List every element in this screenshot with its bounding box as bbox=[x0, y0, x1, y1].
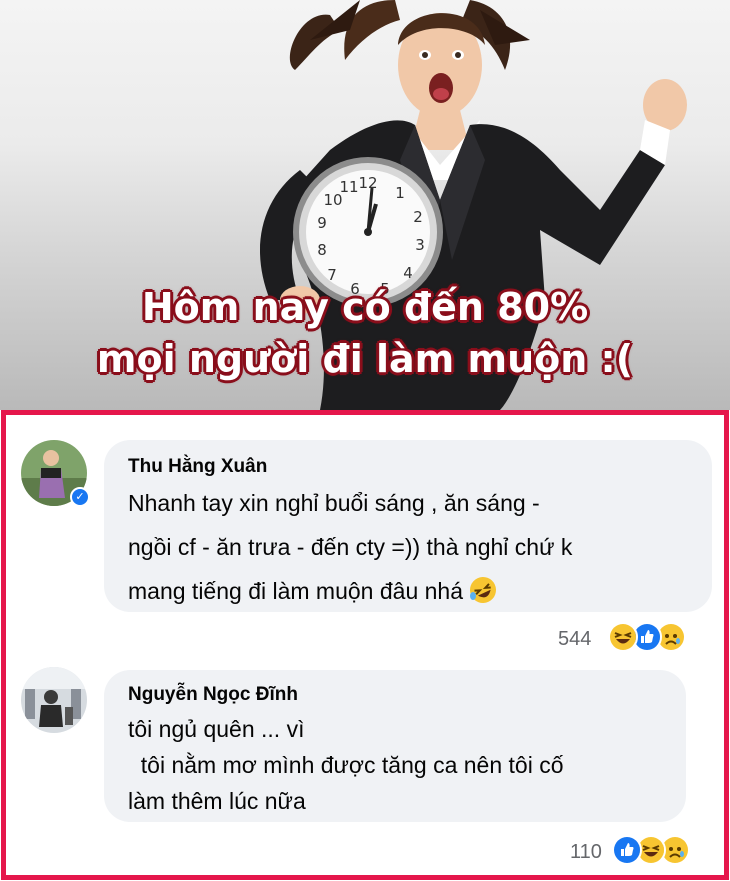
comment-text-line-1: tôi ngủ quên ... vì bbox=[128, 716, 305, 742]
svg-text:8: 8 bbox=[317, 241, 327, 259]
svg-text:9: 9 bbox=[317, 214, 327, 232]
comment-text-line-3: mang tiếng đi làm muộn đâu nhá bbox=[128, 578, 463, 604]
caption-line-1: Hôm nay có đến 80% bbox=[141, 285, 589, 329]
svg-text:11: 11 bbox=[339, 178, 358, 196]
svg-text:3: 3 bbox=[415, 236, 425, 254]
post-image: 12 1 2 345 678 9 10 11 Hôm nay có đến 80% mọ… bbox=[0, 0, 730, 410]
comment-text-line-1: Nhanh tay xin nghỉ buổi sáng , ăn sáng - bbox=[128, 490, 540, 516]
comment-text-line-3-wrap: mang tiếng đi làm muộn đâu nhá bbox=[128, 572, 497, 610]
comment-author[interactable]: Nguyễn Ngọc Đĩnh bbox=[128, 684, 298, 706]
verified-badge-icon: ✓ bbox=[70, 487, 90, 507]
svg-text:1: 1 bbox=[395, 184, 405, 202]
reaction-count: 110 bbox=[570, 841, 602, 863]
comment-text-line-3: làm thêm lúc nữa bbox=[128, 788, 306, 814]
comment-author[interactable]: Thu Hằng Xuân bbox=[128, 456, 267, 478]
comments-frame: ✓ Thu Hằng Xuân Nhanh tay xin nghỉ buổi … bbox=[1, 410, 729, 880]
commenter-avatar[interactable] bbox=[21, 667, 87, 733]
reaction-count: 544 bbox=[558, 628, 592, 650]
svg-text:2: 2 bbox=[413, 208, 423, 226]
svg-text:4: 4 bbox=[403, 264, 413, 282]
comment-text-line-2: tôi nằm mơ mình được tăng ca nên tôi cố bbox=[128, 752, 564, 778]
reaction-summary[interactable]: 110 bbox=[568, 835, 708, 869]
haha-icon bbox=[608, 622, 638, 652]
reaction-summary[interactable]: 544 bbox=[554, 622, 704, 656]
comment-bubble: Thu Hằng Xuân Nhanh tay xin nghỉ buổi sá… bbox=[104, 440, 712, 612]
rolling-laughing-emoji-icon bbox=[469, 576, 497, 604]
like-icon bbox=[612, 835, 642, 865]
comment-bubble: Nguyễn Ngọc Đĩnh tôi ngủ quên ... vì tôi… bbox=[104, 670, 686, 822]
caption-line-2: mọi người đi làm muộn :( bbox=[96, 337, 634, 381]
comment-text-line-2: ngồi cf - ăn trưa - đến cty =)) thà nghỉ… bbox=[128, 534, 573, 560]
svg-text:12: 12 bbox=[358, 174, 377, 192]
svg-text:7: 7 bbox=[327, 266, 337, 284]
